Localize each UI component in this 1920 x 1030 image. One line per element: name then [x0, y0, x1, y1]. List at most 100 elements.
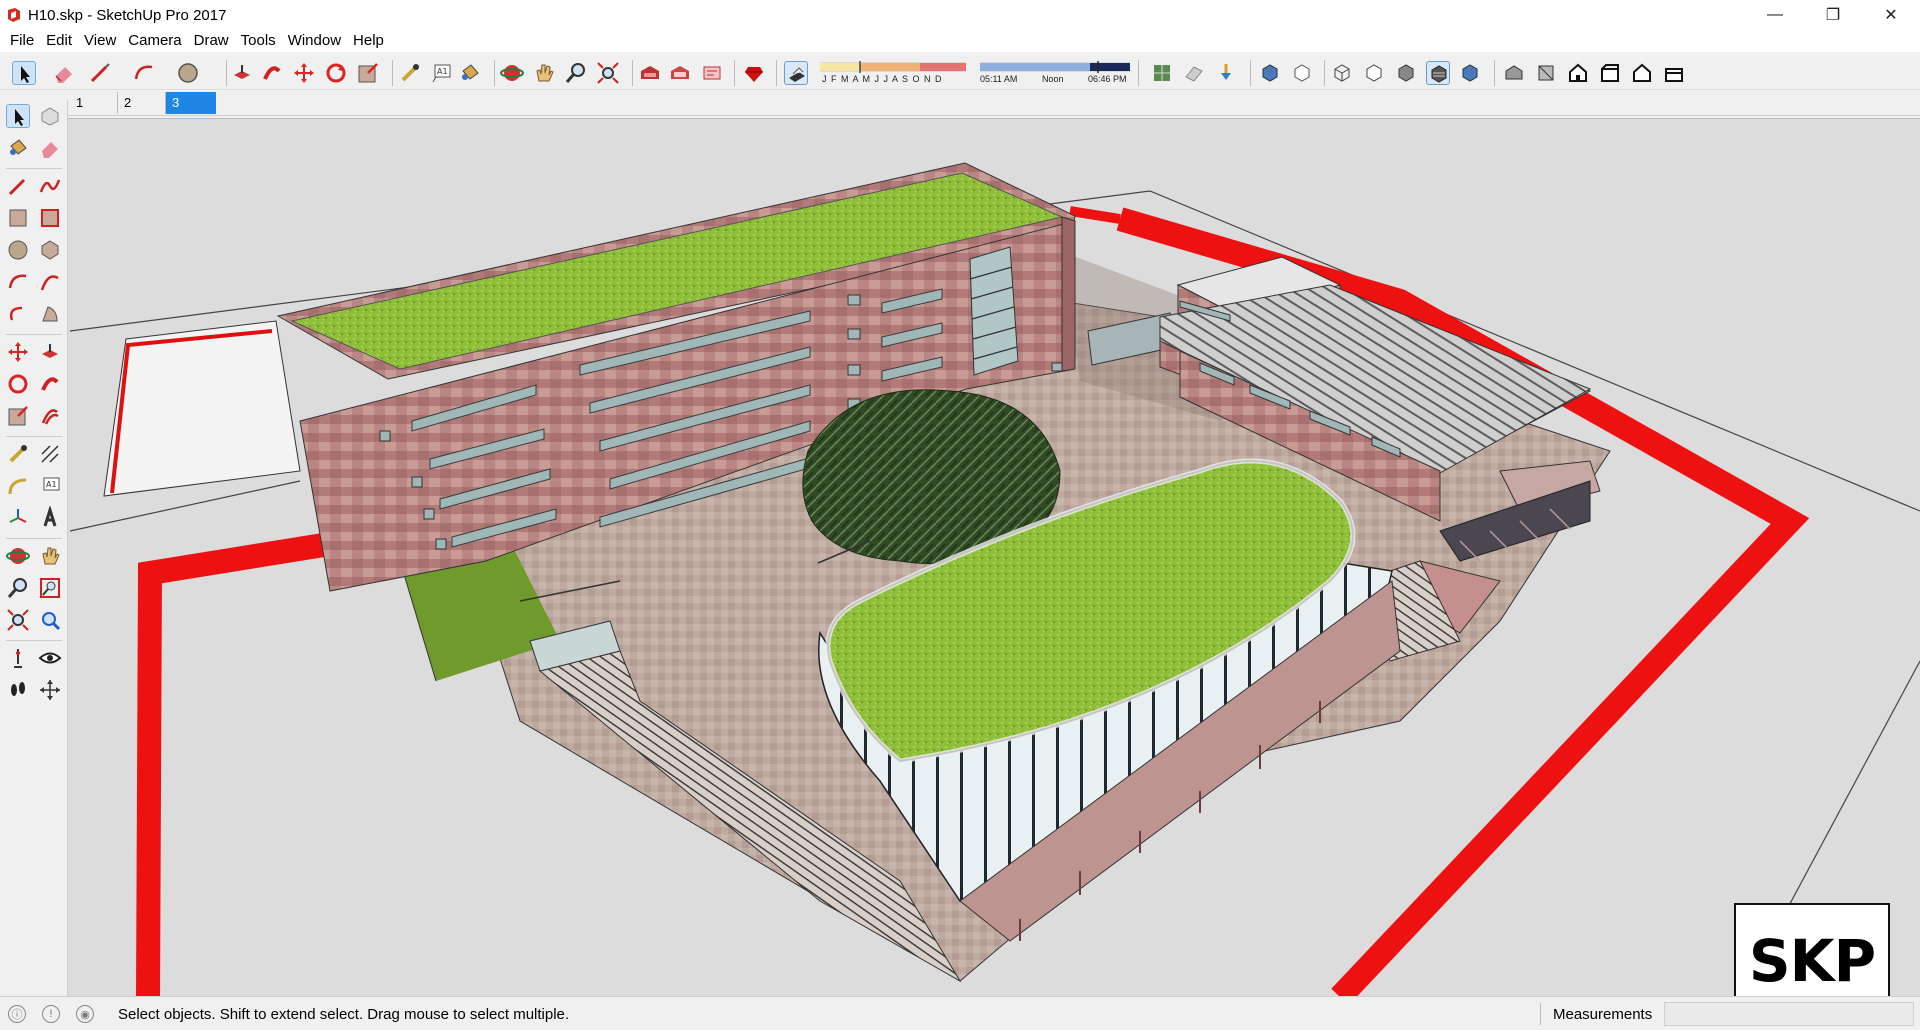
paint-bucket-tool-icon[interactable]: [6, 136, 30, 160]
hidden-line-icon[interactable]: [1362, 61, 1386, 85]
zoom-extents-icon[interactable]: [596, 61, 620, 85]
select-tool-icon[interactable]: [6, 104, 30, 128]
follow-me-icon[interactable]: [260, 61, 284, 85]
offset-tool-icon[interactable]: [38, 404, 62, 428]
scale-tool-icon[interactable]: [6, 404, 30, 428]
rectangle-tool-icon[interactable]: [6, 206, 30, 230]
push-pull-icon[interactable]: [230, 61, 254, 85]
menu-draw[interactable]: Draw: [188, 30, 235, 52]
rotate-tool-icon[interactable]: [6, 372, 30, 396]
iso-view-icon[interactable]: [1502, 61, 1526, 85]
menu-file[interactable]: File: [4, 30, 40, 52]
eraser-icon[interactable]: [52, 61, 76, 85]
scene-tab-2[interactable]: 2: [118, 92, 166, 114]
shaded-icon[interactable]: [1394, 61, 1418, 85]
menu-help[interactable]: Help: [347, 30, 390, 52]
axes-tool-icon[interactable]: [6, 506, 30, 530]
scene-tab-1[interactable]: 1: [70, 92, 118, 114]
rotate-icon[interactable]: [324, 61, 348, 85]
pan-tool-icon[interactable]: [38, 544, 62, 568]
polygon-tool-icon[interactable]: [38, 238, 62, 262]
circle-icon[interactable]: [176, 61, 200, 85]
protractor-tool-icon[interactable]: [6, 474, 30, 498]
shaded-textures-icon[interactable]: [1426, 61, 1450, 85]
rotated-rectangle-tool-icon[interactable]: [38, 206, 62, 230]
ruby-icon[interactable]: [742, 61, 766, 85]
sketchup-app-icon: [8, 8, 20, 22]
zoom-tool-icon[interactable]: [6, 576, 30, 600]
geo-location-status-icon[interactable]: ⓘ: [8, 1005, 26, 1023]
geo-location-icon[interactable]: [1150, 61, 1174, 85]
circle-tool-icon[interactable]: [6, 238, 30, 262]
orbit-tool-icon[interactable]: [6, 544, 30, 568]
menu-view[interactable]: View: [78, 30, 122, 52]
look-around-tool-icon[interactable]: [38, 646, 62, 670]
two-point-arc-tool-icon[interactable]: [38, 270, 62, 294]
time-mid-label: Noon: [1042, 74, 1064, 84]
position-camera-tool-icon[interactable]: [6, 646, 30, 670]
arc-tool-icon[interactable]: [6, 270, 30, 294]
close-button[interactable]: ✕: [1862, 0, 1920, 30]
line-tool-icon[interactable]: [6, 174, 30, 198]
zoom-icon[interactable]: [564, 61, 588, 85]
model-viewport[interactable]: SKP: [68, 118, 1920, 996]
right-view-icon[interactable]: [1598, 61, 1622, 85]
menu-bar: File Edit View Camera Draw Tools Window …: [0, 30, 1920, 52]
status-hint-text: Select objects. Shift to extend select. …: [118, 1006, 570, 1023]
window-title: H10.skp - SketchUp Pro 2017: [28, 6, 227, 24]
front-view-icon[interactable]: [1566, 61, 1590, 85]
dimension-tool-icon[interactable]: [38, 442, 62, 466]
left-view-icon[interactable]: [1662, 61, 1686, 85]
warehouse-icon[interactable]: [638, 61, 662, 85]
x-ray-icon[interactable]: [1258, 61, 1282, 85]
shadows-toggle-icon[interactable]: [784, 61, 808, 85]
extension-warehouse-icon[interactable]: [668, 61, 692, 85]
maximize-button[interactable]: ❐: [1804, 0, 1862, 30]
3d-text-tool-icon[interactable]: [38, 504, 62, 530]
monochrome-icon[interactable]: [1458, 61, 1482, 85]
minimize-button[interactable]: —: [1746, 0, 1804, 30]
pie-tool-icon[interactable]: [38, 302, 62, 326]
select-icon[interactable]: [12, 61, 36, 85]
top-view-icon[interactable]: [1534, 61, 1558, 85]
walk-tool-icon[interactable]: [6, 678, 30, 702]
svg-text:A1: A1: [437, 67, 448, 76]
tape-measure-icon[interactable]: [398, 61, 422, 85]
three-point-arc-tool-icon[interactable]: [6, 302, 30, 326]
zoom-window-tool-icon[interactable]: [38, 576, 62, 600]
measurements-input[interactable]: [1664, 1002, 1914, 1026]
pencil-line-icon[interactable]: [88, 61, 112, 85]
paint-bucket-icon[interactable]: [458, 61, 482, 85]
back-edges-icon[interactable]: [1290, 61, 1314, 85]
text-icon[interactable]: A1: [430, 61, 454, 85]
previous-view-tool-icon[interactable]: [38, 608, 62, 632]
layout-icon[interactable]: [700, 61, 724, 85]
pan-icon[interactable]: [532, 61, 556, 85]
arc-icon[interactable]: [132, 61, 156, 85]
make-component-icon[interactable]: [38, 104, 62, 128]
back-view-icon[interactable]: [1630, 61, 1654, 85]
text-tool-icon[interactable]: A1: [38, 474, 62, 498]
menu-tools[interactable]: Tools: [235, 30, 282, 52]
wireframe-icon[interactable]: [1330, 61, 1354, 85]
credits-status-icon[interactable]: !: [42, 1005, 60, 1023]
push-pull-tool-icon[interactable]: [38, 340, 62, 364]
section-plane-tool-icon[interactable]: [38, 678, 62, 702]
move-tool-icon[interactable]: [6, 340, 30, 364]
skp-logo-badge: SKP: [1734, 903, 1890, 996]
eraser-tool-icon[interactable]: [38, 136, 62, 160]
scale-icon[interactable]: [356, 61, 380, 85]
user-account-icon[interactable]: ◉: [76, 1005, 94, 1023]
tape-measure-tool-icon[interactable]: [6, 442, 30, 466]
add-location-icon[interactable]: [1182, 61, 1206, 85]
orbit-icon[interactable]: [500, 61, 524, 85]
menu-edit[interactable]: Edit: [40, 30, 78, 52]
photo-textures-icon[interactable]: [1214, 61, 1238, 85]
menu-window[interactable]: Window: [282, 30, 347, 52]
move-icon[interactable]: [292, 61, 316, 85]
freehand-tool-icon[interactable]: [38, 174, 62, 198]
zoom-extents-tool-icon[interactable]: [6, 608, 30, 632]
follow-me-tool-icon[interactable]: [38, 372, 62, 396]
menu-camera[interactable]: Camera: [122, 30, 187, 52]
scene-tab-3[interactable]: 3: [166, 92, 216, 114]
